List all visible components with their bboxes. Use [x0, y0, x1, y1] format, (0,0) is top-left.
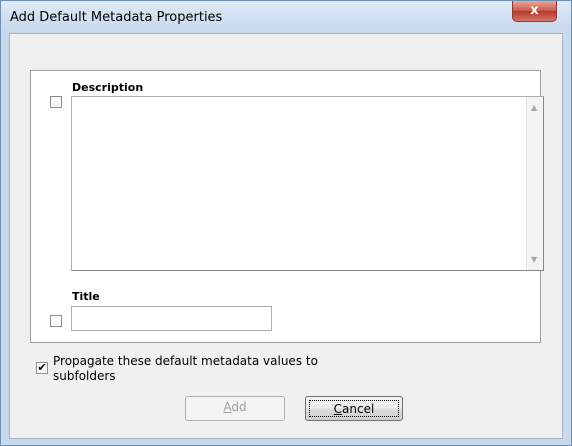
- cancel-button[interactable]: Cancel: [305, 396, 403, 421]
- window-title: Add Default Metadata Properties: [10, 10, 223, 25]
- cancel-label-rest: ancel: [342, 402, 375, 416]
- propagate-checkbox[interactable]: ✔: [36, 362, 48, 374]
- description-scrollbar[interactable]: ▲ ▼: [526, 97, 543, 270]
- description-textarea[interactable]: ▲ ▼: [71, 96, 544, 271]
- title-label: Title: [72, 290, 100, 303]
- propagate-label-line2: subfolders: [53, 369, 116, 383]
- title-bar[interactable]: Add Default Metadata Properties x: [1, 1, 571, 33]
- close-icon: x: [530, 3, 539, 18]
- cancel-focus-rect: Cancel: [309, 400, 399, 417]
- scroll-up-icon[interactable]: ▲: [531, 103, 537, 112]
- close-button[interactable]: x: [512, 1, 557, 22]
- title-checkbox[interactable]: [50, 315, 62, 327]
- propagate-label-line1: Propagate these default metadata values …: [53, 354, 318, 368]
- check-icon: ✔: [37, 361, 47, 374]
- description-checkbox[interactable]: [50, 96, 62, 108]
- add-label-rest: dd: [231, 400, 247, 414]
- propagate-label: Propagate these default metadata values …: [53, 354, 353, 384]
- scroll-down-icon[interactable]: ▼: [531, 255, 537, 264]
- description-label: Description: [72, 81, 144, 94]
- add-button[interactable]: Add: [185, 396, 285, 421]
- cancel-mnemonic: C: [333, 402, 343, 416]
- title-input[interactable]: [71, 306, 272, 331]
